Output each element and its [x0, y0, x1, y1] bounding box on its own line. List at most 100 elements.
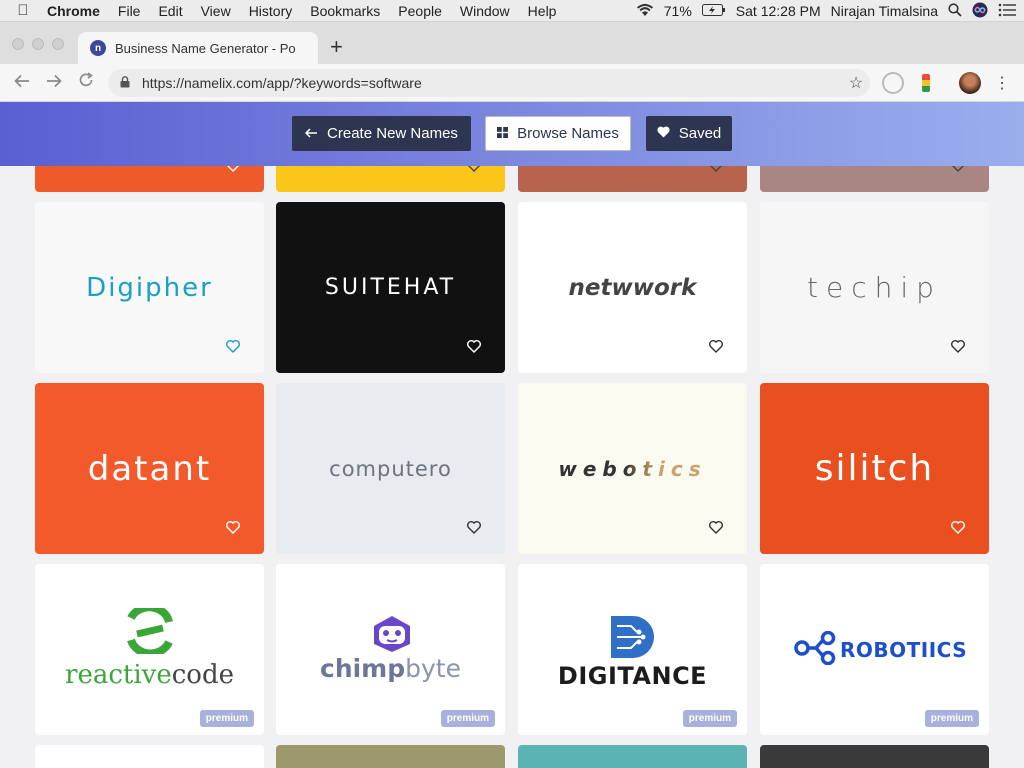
- logo-card-robotiics[interactable]: ROBOTIICS premium: [760, 564, 989, 735]
- logo-card-netwwork[interactable]: netwwork: [518, 202, 747, 373]
- forward-arrow-icon[interactable]: [38, 72, 70, 93]
- logo-name: Digipher: [86, 272, 213, 303]
- bookmark-star-icon[interactable]: ☆: [842, 73, 870, 93]
- profile-avatar[interactable]: [959, 72, 981, 94]
- wifi-icon[interactable]: [636, 3, 654, 20]
- logo-card-digipher[interactable]: Digipher: [35, 202, 264, 373]
- window-controls: [12, 38, 64, 50]
- battery-icon[interactable]: [701, 3, 726, 19]
- extension-circle-icon[interactable]: [882, 72, 904, 94]
- chimp-mascot-icon: [374, 616, 410, 652]
- reload-icon[interactable]: [70, 72, 102, 93]
- heart-outline-icon[interactable]: [709, 340, 723, 353]
- logo-name: computero: [329, 456, 452, 481]
- logo-wordmark-chimpbyte: chimpbyte: [276, 654, 505, 683]
- logo-card-suitehat[interactable]: SUITEHAT: [276, 202, 505, 373]
- logo-wordmark-digitance: DIGITANCE: [518, 662, 747, 690]
- logo-card-bottom-2[interactable]: [276, 745, 505, 768]
- tab-title: Business Name Generator - Po: [115, 40, 296, 56]
- browser-tab-strip: n Business Name Generator - Po +: [0, 22, 1024, 64]
- logo-name-part-b: byte: [405, 654, 461, 683]
- menu-bookmarks[interactable]: Bookmarks: [301, 3, 389, 19]
- heart-outline-icon[interactable]: [226, 521, 240, 534]
- menubar-clock[interactable]: Sat 12:28 PM: [736, 3, 821, 19]
- battery-percent: 71%: [663, 3, 692, 19]
- extension-color-bar-icon[interactable]: [922, 74, 930, 92]
- heart-outline-icon[interactable]: [951, 521, 965, 534]
- notification-center-icon[interactable]: [998, 3, 1016, 20]
- url-text[interactable]: https://namelix.com/app/?keywords=softwa…: [142, 75, 842, 91]
- logo-wordmark-robotiics: ROBOTIICS: [840, 638, 967, 662]
- browse-names-button[interactable]: Browse Names: [485, 116, 631, 151]
- logo-card-chimpbyte[interactable]: chimpbyte premium: [276, 564, 505, 735]
- macos-menubar:  Chrome File Edit View History Bookmark…: [0, 0, 1024, 22]
- new-tab-plus-icon[interactable]: +: [330, 34, 343, 60]
- spotlight-search-icon[interactable]: [948, 2, 962, 20]
- logo-name: ROBOTIICS: [840, 638, 968, 662]
- menu-view[interactable]: View: [192, 3, 240, 19]
- logo-card-reactivecode[interactable]: reactivecode premium: [35, 564, 264, 735]
- heart-filled-icon: [657, 126, 670, 141]
- logo-card-bottom-3[interactable]: [518, 745, 747, 768]
- logo-card-silitch[interactable]: silitch: [760, 383, 989, 554]
- premium-badge: premium: [924, 710, 979, 727]
- browser-toolbar: https://namelix.com/app/?keywords=softwa…: [0, 64, 1024, 102]
- minimize-window-button[interactable]: [32, 38, 44, 50]
- logo-name-part-b: code: [171, 660, 234, 690]
- logo-name: datant: [87, 448, 212, 489]
- grid-icon: [497, 126, 509, 141]
- menu-app-chrome[interactable]: Chrome: [38, 3, 109, 19]
- logo-card-computero[interactable]: computero: [276, 383, 505, 554]
- logo-name-part-a: chimp: [320, 654, 406, 683]
- saved-label: Saved: [678, 125, 722, 142]
- menu-edit[interactable]: Edit: [149, 3, 191, 19]
- menu-history[interactable]: History: [240, 3, 302, 19]
- apple-icon[interactable]: : [8, 2, 38, 19]
- logo-card-digitance[interactable]: DIGITANCE premium: [518, 564, 747, 735]
- namelix-page: Create New Names Browse Names Saved Digi…: [0, 102, 1024, 768]
- namelix-favicon-icon: n: [90, 40, 106, 56]
- reactivecode-emblem-icon: [127, 608, 173, 654]
- premium-badge: premium: [440, 710, 495, 727]
- address-bar[interactable]: https://namelix.com/app/?keywords=softwa…: [108, 69, 870, 97]
- siri-icon[interactable]: [972, 2, 988, 21]
- heart-outline-icon[interactable]: [467, 340, 481, 353]
- create-new-names-button[interactable]: Create New Names: [292, 116, 471, 151]
- saved-button[interactable]: Saved: [646, 116, 732, 151]
- menu-window[interactable]: Window: [451, 3, 519, 19]
- menu-people[interactable]: People: [389, 3, 451, 19]
- logo-name-part-a: reactive: [65, 660, 172, 690]
- heart-outline-icon[interactable]: [467, 521, 481, 534]
- close-window-button[interactable]: [12, 38, 24, 50]
- logo-card-bottom-4[interactable]: [760, 745, 989, 768]
- browser-tab[interactable]: n Business Name Generator - Po: [78, 32, 318, 64]
- menu-file[interactable]: File: [109, 3, 150, 19]
- arrow-left-icon: [304, 126, 318, 141]
- logo-card-datant[interactable]: datant: [35, 383, 264, 554]
- chrome-menu-icon[interactable]: ⋮: [992, 73, 1012, 93]
- lock-icon[interactable]: [120, 75, 134, 91]
- heart-outline-icon[interactable]: [709, 521, 723, 534]
- logo-card-techip[interactable]: techip: [760, 202, 989, 373]
- premium-badge: premium: [682, 710, 737, 727]
- logo-wordmark-reactivecode: reactivecode: [35, 660, 264, 690]
- logo-name: netwwork: [568, 274, 697, 301]
- logo-card-webotics[interactable]: webotics: [518, 383, 747, 554]
- menubar-user[interactable]: Nirajan Timalsina: [831, 3, 938, 19]
- premium-badge: premium: [199, 710, 254, 727]
- browse-names-label: Browse Names: [517, 125, 619, 142]
- logo-name: webotics: [558, 456, 707, 481]
- menu-help[interactable]: Help: [519, 3, 566, 19]
- zoom-window-button[interactable]: [52, 38, 64, 50]
- heart-outline-icon[interactable]: [951, 340, 965, 353]
- logo-name: techip: [807, 271, 942, 304]
- back-arrow-icon[interactable]: [6, 72, 38, 93]
- create-new-names-label: Create New Names: [327, 125, 458, 142]
- digitance-circuit-d-icon: [611, 616, 654, 658]
- logo-name: silitch: [814, 448, 935, 489]
- logo-name: DIGITANCE: [557, 662, 708, 690]
- heart-outline-icon[interactable]: [226, 340, 240, 353]
- logo-name: SUITEHAT: [324, 275, 457, 300]
- logo-card-bottom-1[interactable]: [35, 745, 264, 768]
- robotiics-nodes-icon: [794, 631, 836, 665]
